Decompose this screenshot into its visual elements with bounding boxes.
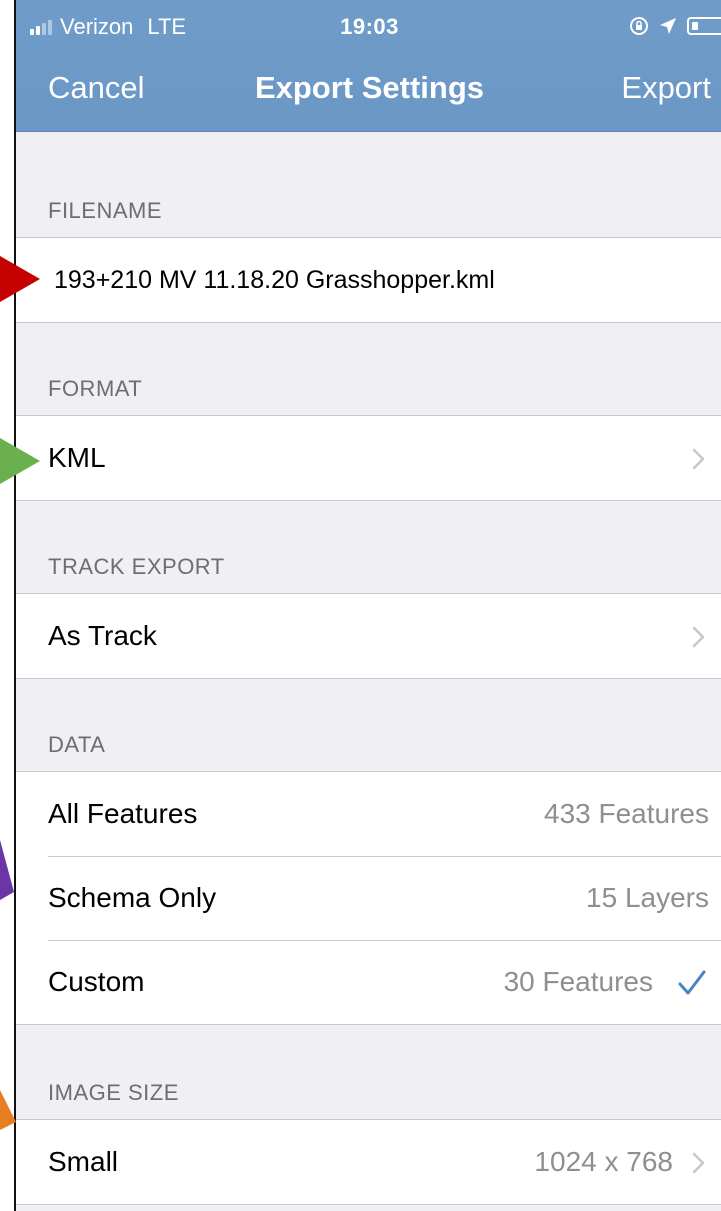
data-row-custom[interactable]: Custom 30 Features bbox=[16, 940, 721, 1024]
data-row-schema-only[interactable]: Schema Only 15 Layers bbox=[16, 856, 721, 940]
status-time: 19:03 bbox=[340, 14, 399, 39]
chevron-right-icon bbox=[692, 626, 705, 648]
export-button[interactable]: Export bbox=[621, 70, 711, 106]
filename-row[interactable]: 193+210 MV 11.18.20 Grasshopper.kml bbox=[16, 238, 721, 322]
data-row-label: Custom bbox=[48, 966, 145, 997]
chevron-right-icon bbox=[692, 1152, 705, 1174]
page-title: Export Settings bbox=[254, 70, 485, 105]
section-header-filename: FILENAME bbox=[48, 198, 163, 223]
section-header-data: DATA bbox=[48, 732, 106, 757]
track-export-value: As Track bbox=[48, 620, 157, 651]
checkmark-icon bbox=[678, 970, 706, 995]
green-annotation-arrow-icon bbox=[0, 438, 40, 484]
section-header-image-size: IMAGE SIZE bbox=[48, 1080, 179, 1105]
section-header-format: FORMAT bbox=[48, 376, 143, 401]
data-group: All Features 433 Features Schema Only 15… bbox=[16, 771, 721, 1025]
status-right bbox=[629, 16, 721, 36]
location-arrow-icon bbox=[660, 18, 676, 34]
filename-group: 193+210 MV 11.18.20 Grasshopper.kml bbox=[16, 237, 721, 323]
data-row-label: Schema Only bbox=[48, 882, 217, 913]
image-size-row[interactable]: Small 1024 x 768 bbox=[16, 1120, 721, 1204]
navigation-bar: Verizon LTE 19:03 Cancel Export Settings… bbox=[16, 0, 721, 132]
track-export-group: As Track bbox=[16, 593, 721, 679]
orange-annotation-arrow-icon bbox=[0, 1090, 16, 1130]
track-export-row[interactable]: As Track bbox=[16, 594, 721, 678]
data-row-value: 433 Features bbox=[544, 798, 709, 829]
section-header-track-export: TRACK EXPORT bbox=[48, 554, 225, 579]
orientation-lock-icon bbox=[630, 17, 648, 35]
battery-icon bbox=[687, 17, 721, 35]
format-value: KML bbox=[48, 442, 106, 473]
purple-annotation-arrow-icon bbox=[0, 840, 14, 900]
format-group: KML bbox=[16, 415, 721, 501]
data-row-label: All Features bbox=[48, 798, 198, 829]
chevron-right-icon bbox=[692, 448, 705, 470]
nav-row: Cancel Export Settings Export bbox=[16, 62, 721, 112]
image-size-value: 1024 x 768 bbox=[534, 1146, 673, 1177]
format-row[interactable]: KML bbox=[16, 416, 721, 500]
red-annotation-arrow-icon bbox=[0, 256, 40, 302]
filename-field[interactable]: 193+210 MV 11.18.20 Grasshopper.kml bbox=[54, 266, 495, 295]
status-bar: Verizon LTE 19:03 bbox=[16, 8, 721, 44]
data-row-value: 30 Features bbox=[503, 966, 653, 997]
image-size-label: Small bbox=[48, 1146, 119, 1177]
export-settings-screen: Verizon LTE 19:03 Cancel Export Settings… bbox=[14, 0, 721, 1211]
data-row-all-features[interactable]: All Features 433 Features bbox=[16, 772, 721, 856]
data-row-value: 15 Layers bbox=[586, 882, 709, 913]
image-size-group: Small 1024 x 768 bbox=[16, 1119, 721, 1205]
